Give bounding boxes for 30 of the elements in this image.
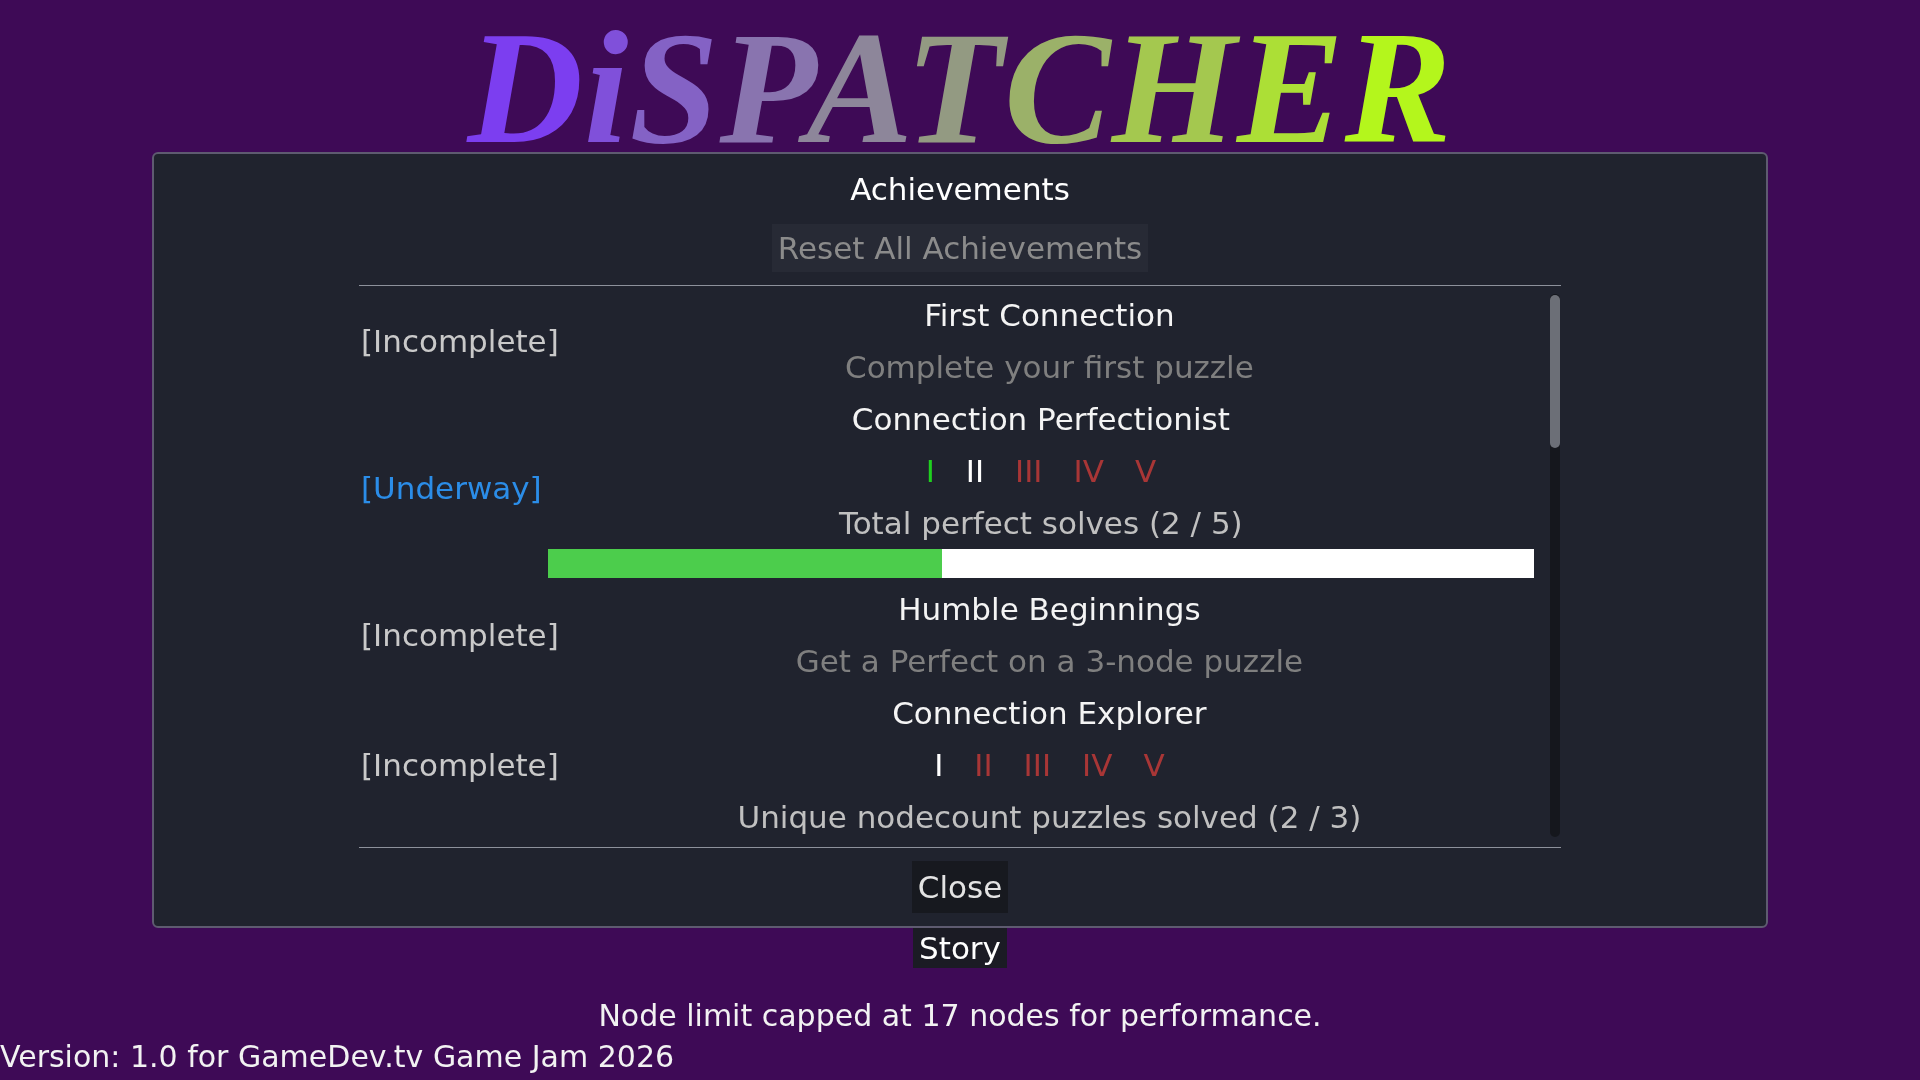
notice-text: Node limit capped at 17 nodes for performance. <box>598 998 1322 1034</box>
achievement-title: First Connection <box>924 296 1175 335</box>
tier-label: IV <box>1082 746 1113 785</box>
status-label: [Incomplete] <box>361 322 559 361</box>
tier-label: III <box>1015 452 1043 491</box>
story-button[interactable]: Story <box>913 928 1007 968</box>
achievement-title: Connection Explorer <box>892 694 1207 733</box>
status-label: [Incomplete] <box>361 746 559 785</box>
status-label: [Incomplete] <box>361 616 559 655</box>
scrollbar-thumb[interactable] <box>1550 295 1560 448</box>
achievement-description: Unique nodecount puzzles solved (2 / 3) <box>737 798 1362 837</box>
achievement-title: Connection Perfectionist <box>851 400 1230 439</box>
achievement-description: Total perfect solves (2 / 5) <box>839 504 1243 543</box>
tier-label: V <box>1134 452 1157 491</box>
achievement-title: Humble Beginnings <box>898 590 1201 629</box>
tier-label: I <box>934 746 944 785</box>
dialog-title: Achievements <box>850 170 1070 208</box>
achievement-description: Get a Perfect on a 3-node puzzle <box>795 642 1304 681</box>
tier-label: II <box>974 746 993 785</box>
status-label: [Underway] <box>361 469 542 508</box>
game-logo: DiSPATCHER <box>467 8 1453 168</box>
tier-label: II <box>965 452 985 491</box>
tier-label: IV <box>1073 452 1104 491</box>
tier-label: III <box>1023 746 1052 785</box>
scrollbar-track[interactable] <box>1550 294 1560 837</box>
achievement-description: Complete your first puzzle <box>845 348 1254 387</box>
tier-label: V <box>1143 746 1165 785</box>
tier-label: I <box>925 452 935 491</box>
close-button[interactable]: Close <box>911 861 1009 913</box>
version-text: Version: 1.0 for GameDev.tv Game Jam 2026 <box>0 1039 675 1075</box>
